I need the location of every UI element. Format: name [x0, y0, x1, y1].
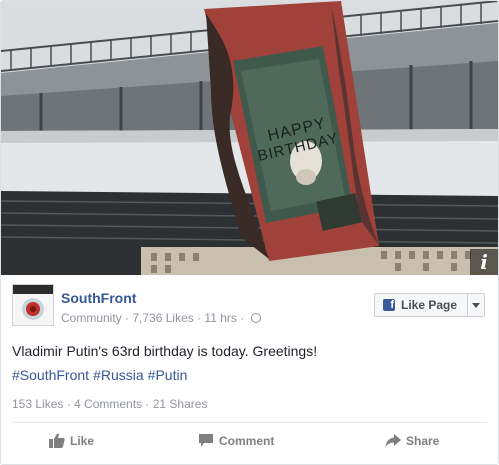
like-label: Like — [70, 433, 95, 448]
hashtag-link[interactable]: #Putin — [148, 367, 188, 383]
comment-button[interactable]: Comment — [198, 433, 274, 455]
globe-icon — [250, 312, 261, 323]
facebook-icon: f — [383, 299, 395, 311]
chevron-down-icon[interactable] — [472, 303, 480, 308]
hashtag-link[interactable]: #SouthFront — [12, 367, 89, 383]
hashtag-link[interactable]: #Russia — [93, 367, 144, 383]
comment-label: Comment — [219, 433, 275, 448]
like-button[interactable]: Like — [49, 433, 94, 455]
like-page-button[interactable]: f Like Page — [374, 293, 485, 317]
share-arrow-icon — [385, 434, 401, 448]
post-time[interactable]: 11 hrs — [204, 311, 236, 325]
shares-count-link[interactable]: 21 Shares — [153, 397, 208, 411]
post-text: Vladimir Putin's 63rd birthday is today.… — [12, 343, 318, 359]
speech-bubble-icon — [199, 434, 213, 448]
thumbs-up-icon — [49, 433, 65, 449]
southfront-logo-icon — [13, 285, 53, 325]
comments-count-link[interactable]: 4 Comments — [74, 397, 142, 411]
like-page-label: Like Page — [401, 298, 458, 312]
page-category: Community — [61, 310, 122, 325]
likes-count-link[interactable]: 153 Likes — [12, 397, 63, 411]
info-icon[interactable]: i — [470, 249, 498, 275]
divider — [12, 422, 487, 423]
bridge-banner-illustration: HAPPY BIRTHDAY — [1, 1, 498, 275]
share-label: Share — [406, 433, 440, 448]
hashtag-list: #SouthFront #Russia #Putin — [12, 367, 191, 383]
share-button[interactable]: Share — [385, 433, 439, 455]
page-name-link[interactable]: SouthFront — [61, 290, 136, 306]
page-likes-count: 7,736 Likes — [132, 310, 194, 325]
page-avatar[interactable] — [12, 284, 54, 326]
post-stats: 153 Likes · 4 Comments · 21 Shares — [12, 397, 208, 411]
facebook-post: HAPPY BIRTHDAY i SouthFront Community · … — [0, 0, 499, 465]
post-meta: Community · 7,736 Likes · 11 hrs · — [61, 310, 261, 325]
post-photo[interactable]: HAPPY BIRTHDAY i — [1, 1, 498, 275]
